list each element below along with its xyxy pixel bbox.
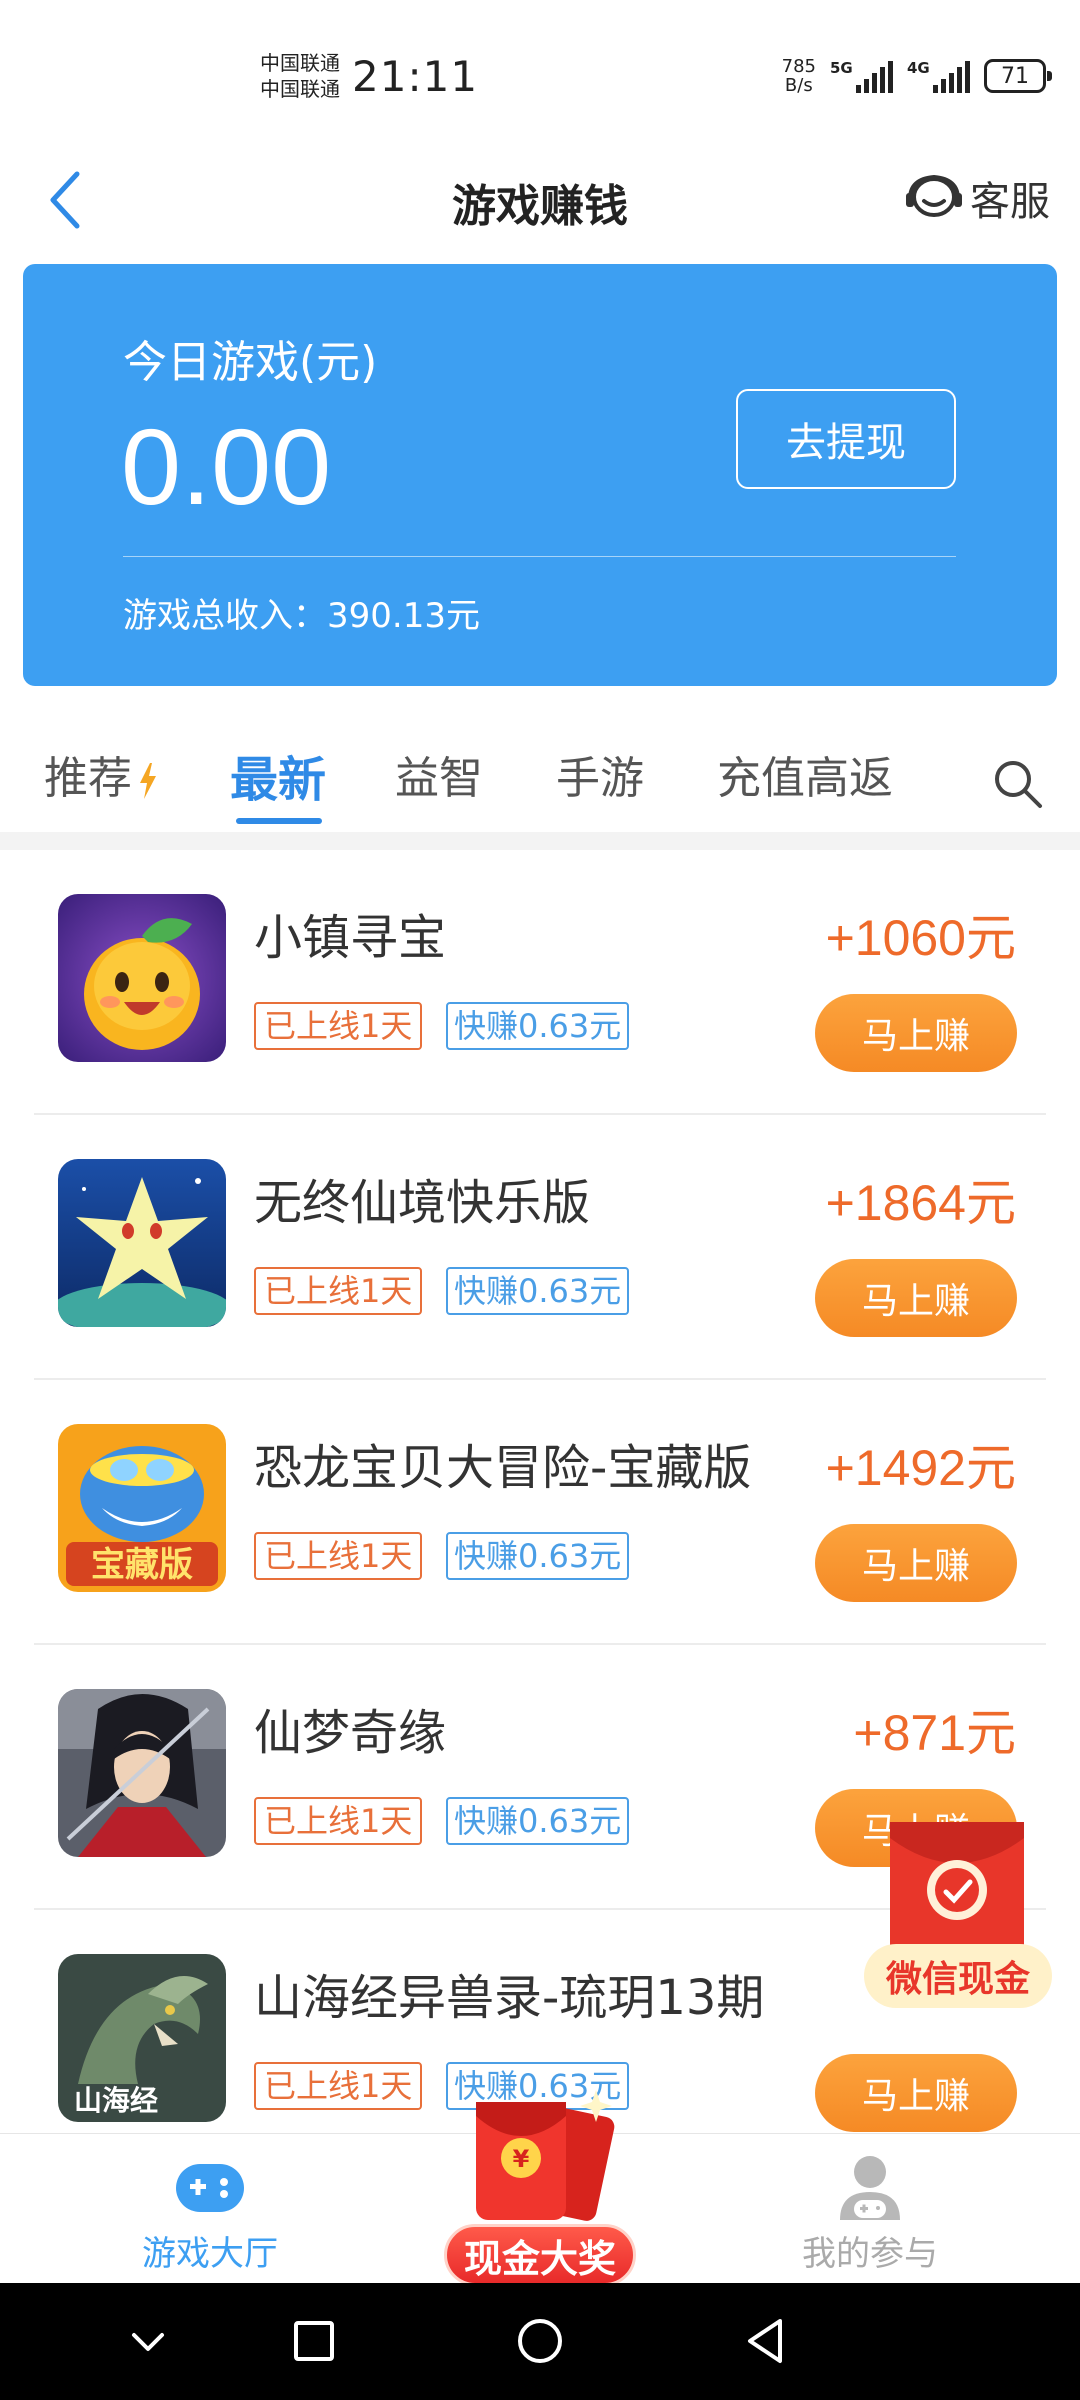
reward-amount: +1492元 — [825, 1440, 1016, 1496]
carrier-1: 中国联通 — [260, 51, 340, 75]
status-bar: 中国联通 中国联通 21:11 785 B/s 5G 4G 71 — [0, 0, 1080, 140]
game-name: 山海经异兽录-琉玥13期 — [254, 1970, 765, 2026]
online-tag: 已上线1天 — [254, 1267, 423, 1315]
carrier-info: 中国联通 中国联通 — [260, 50, 340, 102]
game-name: 小镇寻宝 — [254, 910, 447, 966]
chevron-down-icon[interactable] — [118, 2311, 178, 2371]
game-name: 仙梦奇缘 — [254, 1705, 447, 1761]
quick-earn-tag: 快赚0.63元 — [446, 1267, 630, 1315]
game-item[interactable]: 小镇寻宝 已上线1天 快赚0.63元 +1060元 马上赚 — [0, 850, 1080, 1115]
nav-cash-prize[interactable]: ¥ 现金大奖 — [420, 2072, 660, 2292]
section-divider — [0, 832, 1080, 850]
reward-amount: +1060元 — [825, 910, 1016, 966]
svg-text:山海经: 山海经 — [74, 2084, 158, 2117]
home-icon[interactable] — [510, 2311, 570, 2371]
service-label: 客服 — [970, 179, 1050, 225]
wechat-cash-floating-button[interactable]: 微信现金 — [862, 1818, 1054, 2018]
clock: 21:11 — [352, 52, 479, 101]
lightning-icon — [140, 763, 156, 799]
nav-game-hall[interactable]: 游戏大厅 — [80, 2134, 340, 2284]
recent-apps-icon[interactable] — [284, 2311, 344, 2371]
status-icons: 785 B/s 5G 4G 71 — [781, 56, 1052, 96]
wechat-cash-label: 微信现金 — [885, 1959, 1030, 2000]
game-name: 无终仙境快乐版 — [254, 1175, 591, 1231]
tab-recommend[interactable]: 推荐 — [44, 742, 158, 812]
earn-now-button[interactable]: 马上赚 — [815, 1524, 1017, 1602]
game-icon-wuzhong — [58, 1159, 226, 1327]
online-tag: 已上线1天 — [254, 1797, 423, 1845]
category-tabs: 推荐 最新 益智 手游 充值高返 — [0, 720, 1080, 840]
tab-recharge-rebate[interactable]: 充值高返 — [717, 742, 893, 812]
carrier-2: 中国联通 — [260, 77, 340, 101]
red-envelope-stack-icon: ¥ — [476, 2090, 615, 2221]
nav-my-participation-label: 我的参与 — [802, 2234, 938, 2274]
gamepad-icon — [176, 2164, 244, 2212]
header: 游戏赚钱 客服 — [0, 140, 1080, 260]
nav-game-hall-label: 游戏大厅 — [142, 2234, 278, 2274]
reward-amount: +871元 — [853, 1705, 1016, 1761]
battery-icon: 71 — [984, 59, 1052, 93]
bottom-nav: 游戏大厅 ¥ 现金大奖 我的参与 — [0, 2090, 1080, 2286]
active-tab-indicator — [236, 818, 322, 824]
app-screen: 中国联通 中国联通 21:11 785 B/s 5G 4G 71 游戏赚钱 客服… — [0, 0, 1080, 2400]
user-gamepad-icon — [840, 2156, 900, 2220]
nav-my-participation[interactable]: 我的参与 — [740, 2134, 1000, 2284]
online-tag: 已上线1天 — [254, 1532, 423, 1580]
withdraw-button[interactable]: 去提现 — [736, 389, 956, 489]
game-item[interactable]: 无终仙境快乐版 已上线1天 快赚0.63元 +1864元 马上赚 — [0, 1115, 1080, 1380]
warrior-portrait-icon — [58, 1689, 226, 1857]
today-earnings-amount: 0.00 — [121, 406, 332, 527]
tab-latest[interactable]: 最新 — [230, 740, 326, 810]
game-name: 恐龙宝贝大冒险-宝藏版 — [254, 1440, 752, 1496]
nav-cash-prize-label: 现金大奖 — [444, 2224, 636, 2286]
quick-earn-tag: 快赚0.63元 — [446, 1797, 630, 1845]
signal-5g-icon: 5G — [830, 59, 893, 93]
game-icon-xiaozhen — [58, 894, 226, 1062]
net-speed: 785 B/s — [781, 56, 816, 96]
earnings-card: 今日游戏(元) 0.00 去提现 游戏总收入：390.13元 — [23, 264, 1057, 686]
game-icon-konglong: 宝藏版 — [58, 1424, 226, 1592]
today-earnings-label: 今日游戏(元) — [123, 337, 378, 388]
system-nav-bar — [0, 2283, 1080, 2400]
total-income: 游戏总收入：390.13元 — [123, 596, 480, 636]
earn-now-button[interactable]: 马上赚 — [815, 1259, 1017, 1337]
back-triangle-icon[interactable] — [736, 2311, 796, 2371]
earn-now-button[interactable]: 马上赚 — [815, 994, 1017, 1072]
quick-earn-tag: 快赚0.63元 — [446, 1532, 630, 1580]
earn-now-button[interactable]: 马上赚 — [815, 2054, 1017, 2132]
card-divider — [123, 556, 956, 557]
signal-4g-icon: 4G — [907, 59, 970, 93]
online-tag: 已上线1天 — [254, 1002, 423, 1050]
game-icon-shanhai: 山海经 — [58, 1954, 226, 2122]
game-icon-xianmeng — [58, 1689, 226, 1857]
game-item[interactable]: 宝藏版 恐龙宝贝大冒险-宝藏版 已上线1天 快赚0.63元 +1492元 马上赚 — [0, 1380, 1080, 1645]
headset-icon — [906, 174, 962, 217]
reward-amount: +1864元 — [825, 1175, 1016, 1231]
tab-puzzle[interactable]: 益智 — [395, 742, 483, 812]
customer-service-button[interactable]: 客服 — [906, 168, 1050, 228]
orange-mascot-icon — [58, 894, 226, 1062]
search-icon[interactable] — [990, 756, 1046, 812]
svg-text:宝藏版: 宝藏版 — [91, 1545, 193, 1585]
dinosaur-treasure-icon: 宝藏版 — [58, 1424, 226, 1592]
svg-text:¥: ¥ — [513, 2145, 530, 2173]
dragon-icon: 山海经 — [58, 1954, 226, 2122]
quick-earn-tag: 快赚0.63元 — [446, 1002, 630, 1050]
tab-mobile-games[interactable]: 手游 — [556, 742, 644, 812]
star-creature-icon — [58, 1159, 226, 1327]
online-tag: 已上线1天 — [254, 2062, 423, 2110]
